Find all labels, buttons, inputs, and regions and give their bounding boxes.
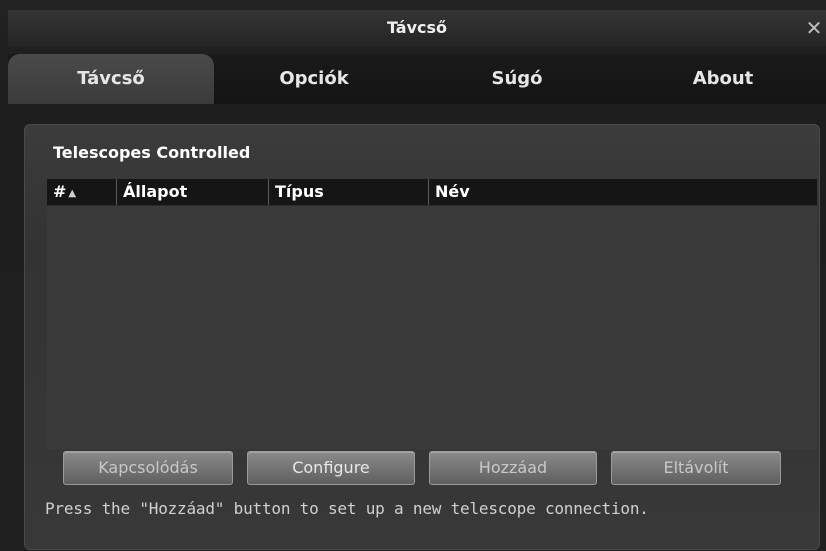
column-header-number[interactable]: # ▲ bbox=[47, 179, 117, 205]
tab-about[interactable]: About bbox=[620, 54, 826, 104]
sort-ascending-icon: ▲ bbox=[68, 188, 77, 199]
configure-button[interactable]: Configure bbox=[247, 451, 415, 485]
table-header: # ▲ Állapot Típus Név bbox=[47, 179, 817, 206]
tab-help[interactable]: Súgó bbox=[414, 54, 620, 104]
title-bar[interactable]: Távcső ✕ bbox=[8, 10, 826, 46]
column-header-name[interactable]: Név bbox=[429, 179, 817, 205]
column-label-number: # bbox=[53, 182, 67, 201]
telescope-window: Távcső ✕ Távcső Opciók Súgó About Telesc… bbox=[0, 0, 826, 551]
table-body[interactable] bbox=[47, 206, 817, 449]
tab-options[interactable]: Opciók bbox=[214, 54, 414, 104]
window-title: Távcső bbox=[386, 18, 448, 37]
connect-button[interactable]: Kapcsolódás bbox=[63, 451, 233, 485]
section-title: Telescopes Controlled bbox=[53, 143, 251, 162]
status-message: Press the "Hozzáad" button to set up a n… bbox=[45, 499, 649, 518]
telescopes-table[interactable]: # ▲ Állapot Típus Név bbox=[47, 179, 817, 449]
column-header-status[interactable]: Állapot bbox=[117, 179, 269, 205]
remove-button[interactable]: Eltávolít bbox=[611, 451, 781, 485]
column-header-type[interactable]: Típus bbox=[269, 179, 429, 205]
add-button[interactable]: Hozzáad bbox=[429, 451, 597, 485]
telescopes-panel: Telescopes Controlled # ▲ Állapot Típus N… bbox=[24, 124, 820, 550]
tab-telescope[interactable]: Távcső bbox=[8, 54, 214, 104]
close-icon[interactable]: ✕ bbox=[802, 10, 826, 46]
tab-bar: Távcső Opciók Súgó About bbox=[8, 54, 826, 104]
